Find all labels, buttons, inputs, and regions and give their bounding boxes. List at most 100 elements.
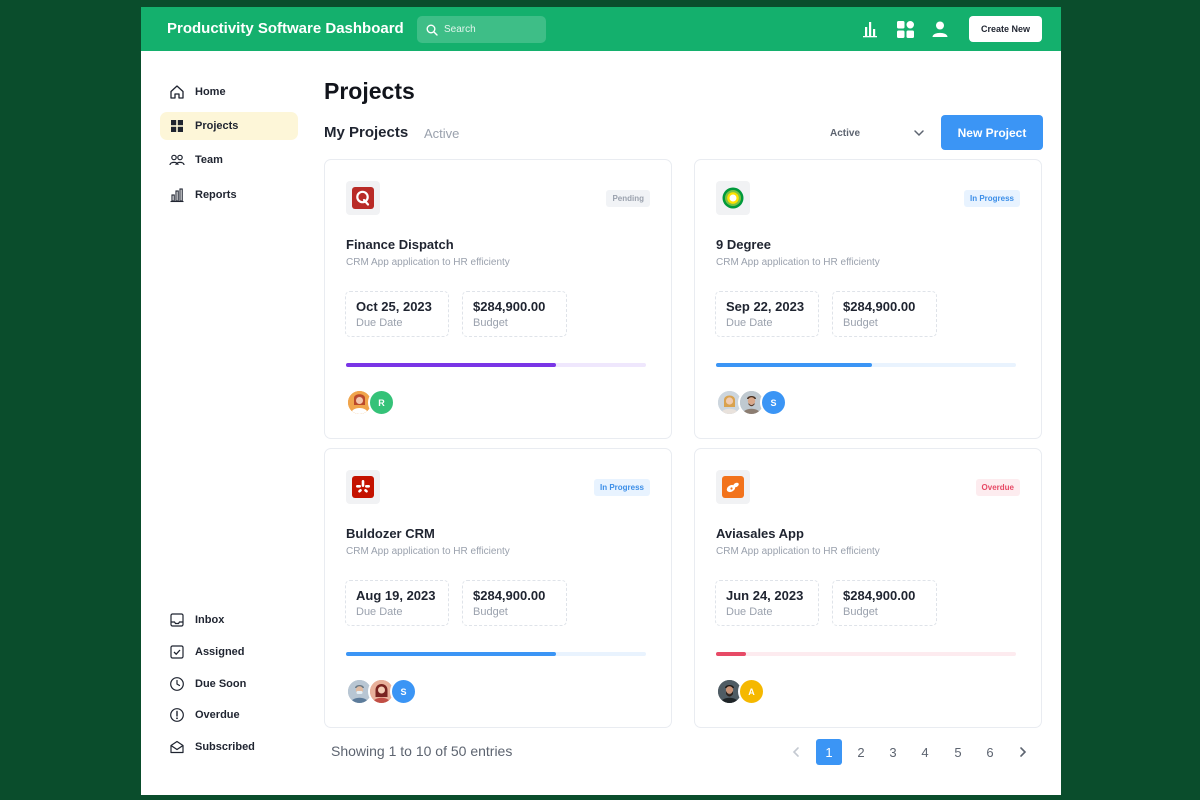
budget-label: Budget [843, 317, 878, 329]
section-filter-label: Active [424, 126, 460, 141]
envelope-icon [170, 740, 184, 754]
user-icon[interactable] [929, 18, 951, 40]
status-badge: Pending [606, 190, 650, 207]
aviasales-logo [722, 476, 744, 498]
status-badge: Overdue [975, 479, 1020, 496]
sidebar-item-team[interactable]: Team [160, 146, 298, 174]
project-card[interactable]: In Progress 9 Degree CRM App application… [694, 159, 1042, 439]
grid-icon [171, 120, 183, 132]
project-description: CRM App application to HR efficienty [716, 257, 880, 268]
search-icon [426, 24, 438, 36]
sidebar-item-label: Projects [195, 120, 239, 132]
budget-label: Budget [473, 606, 508, 618]
page-button-5[interactable]: 5 [945, 739, 971, 765]
page-button-2[interactable]: 2 [848, 739, 874, 765]
bp-sunflower-logo [722, 187, 744, 209]
due-date-value: Oct 25, 2023 [356, 299, 432, 314]
sidebar-item-home[interactable]: Home [160, 78, 298, 106]
due-date-label: Due Date [726, 606, 773, 618]
project-card[interactable]: Overdue Aviasales App CRM App applicatio… [694, 448, 1042, 728]
sidebar-item-label: Overdue [195, 709, 240, 721]
chevron-left-icon [792, 747, 799, 757]
page-button-3[interactable]: 3 [880, 739, 906, 765]
team-icon [169, 154, 185, 166]
budget-value: $284,900.00 [843, 299, 916, 314]
sidebar-item-label: Home [195, 86, 226, 98]
previous-page-button[interactable] [784, 740, 808, 764]
avatar: R [368, 389, 395, 416]
budget-box: $284,900.00 Budget [832, 291, 937, 337]
due-date-box: Oct 25, 2023 Due Date [345, 291, 449, 337]
budget-value: $284,900.00 [473, 588, 546, 603]
status-badge: In Progress [593, 479, 650, 496]
search-box[interactable] [417, 16, 546, 43]
page-title: Projects [324, 78, 415, 104]
budget-value: $284,900.00 [843, 588, 916, 603]
progress-bar [346, 363, 646, 367]
sidebar-item-label: Subscribed [195, 741, 255, 753]
next-page-button[interactable] [1011, 740, 1035, 764]
project-name: Aviasales App [716, 526, 804, 541]
due-date-value: Jun 24, 2023 [726, 588, 804, 603]
project-logo [346, 181, 380, 215]
project-logo [716, 470, 750, 504]
quora-q-logo [352, 187, 374, 209]
project-card[interactable]: In Progress Buldozer CRM CRM App applica… [324, 448, 672, 728]
sidebar-item-overdue[interactable]: Overdue [160, 701, 298, 729]
due-date-label: Due Date [356, 317, 403, 329]
project-name: Finance Dispatch [346, 237, 454, 252]
sidebar-item-projects[interactable]: Projects [160, 112, 298, 140]
project-description: CRM App application to HR efficienty [716, 546, 880, 557]
due-date-box: Aug 19, 2023 Due Date [345, 580, 449, 626]
progress-fill [716, 363, 872, 367]
entries-summary: Showing 1 to 10 of 50 entries [331, 743, 513, 759]
due-date-box: Sep 22, 2023 Due Date [715, 291, 819, 337]
project-card[interactable]: Pending Finance Dispatch CRM App applica… [324, 159, 672, 439]
new-project-button[interactable]: New Project [941, 115, 1043, 150]
sidebar-item-label: Inbox [195, 614, 225, 626]
avatar: A [738, 678, 765, 705]
sidebar-item-reports[interactable]: Reports [160, 181, 298, 209]
chart-icon[interactable] [859, 18, 881, 40]
sidebar-item-label: Due Soon [195, 678, 247, 690]
top-bar: Productivity Software Dashboard Create N… [141, 7, 1061, 51]
yelp-logo [352, 476, 374, 498]
sidebar-item-subscribed[interactable]: Subscribed [160, 733, 298, 761]
home-icon [170, 85, 184, 99]
project-logo [716, 181, 750, 215]
create-new-button[interactable]: Create New [969, 16, 1042, 42]
sidebar-item-inbox[interactable]: Inbox [160, 606, 298, 634]
budget-label: Budget [843, 606, 878, 618]
budget-label: Budget [473, 317, 508, 329]
status-select-value: Active [830, 127, 861, 139]
chevron-down-icon [914, 130, 924, 137]
sidebar-item-assigned[interactable]: Assigned [160, 638, 298, 666]
avatar-group: R [346, 389, 395, 417]
project-name: Buldozer CRM [346, 526, 435, 541]
due-date-label: Due Date [726, 317, 773, 329]
progress-bar [716, 363, 1016, 367]
alert-icon [170, 708, 184, 722]
avatar: S [760, 389, 787, 416]
sidebar-item-label: Reports [195, 189, 237, 201]
apps-icon[interactable] [894, 18, 916, 40]
page-button-4[interactable]: 4 [912, 739, 938, 765]
page-button-6[interactable]: 6 [977, 739, 1003, 765]
avatar: S [390, 678, 417, 705]
bar-chart-icon [170, 188, 184, 203]
project-logo [346, 470, 380, 504]
budget-box: $284,900.00 Budget [462, 291, 567, 337]
budget-box: $284,900.00 Budget [832, 580, 937, 626]
progress-bar [346, 652, 646, 656]
due-date-value: Sep 22, 2023 [726, 299, 805, 314]
budget-value: $284,900.00 [473, 299, 546, 314]
search-input[interactable] [444, 24, 544, 35]
clock-icon [170, 677, 184, 691]
project-description: CRM App application to HR efficienty [346, 257, 510, 268]
sidebar-item-due-soon[interactable]: Due Soon [160, 670, 298, 698]
page-button-1[interactable]: 1 [816, 739, 842, 765]
progress-fill [346, 652, 556, 656]
progress-fill [716, 652, 746, 656]
avatar-group: S [716, 389, 787, 417]
status-select[interactable]: Active [821, 123, 925, 143]
